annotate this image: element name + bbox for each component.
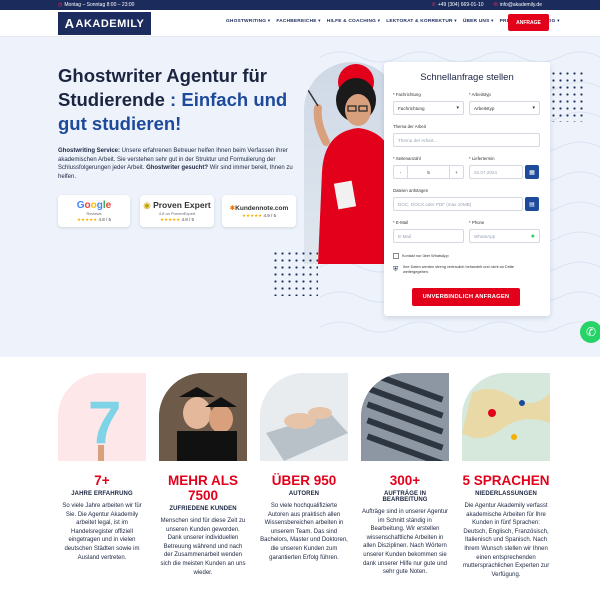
stat-card: 5 SPRACHEN NIEDERLASSUNGEN Die Agentur A… [462, 373, 550, 579]
stat-image-orders [361, 373, 449, 461]
stat-number: MEHR ALS 7500 [168, 473, 238, 503]
provenexpert-logo: ◉ Proven Expert [143, 199, 211, 210]
label-liefertermin: * Liefertermin [469, 156, 495, 161]
stat-number: 5 SPRACHEN [462, 473, 550, 488]
stars-icon: ★★★★★ [242, 212, 263, 218]
stat-image-years: 7 [58, 373, 146, 461]
fachrichtung-select[interactable]: Fachrichtung ▾ [393, 101, 464, 115]
logo-mark-icon: A [64, 16, 75, 31]
whatsapp-only-checkbox[interactable] [393, 253, 399, 259]
stat-image-languages [462, 373, 550, 461]
stat-text: Menschen sind für diese Zeit zu unseren … [160, 518, 246, 576]
kundennote-logo: ✱Kundennote.com [229, 204, 289, 212]
stat-text: So viele Jahre arbeiten wir für Sie. Die… [62, 503, 142, 561]
stats-section: 7 7+ JAHRE ERFAHRUNG So viele Jahre arbe… [0, 357, 600, 600]
plus-button[interactable]: + [449, 166, 463, 178]
label-seitenanzahl: * Seitenanzahl [393, 156, 421, 161]
chevron-down-icon: ▾ [532, 105, 535, 111]
stat-number: ÜBER 950 [271, 473, 337, 488]
phone-icon: ✆ [431, 2, 436, 8]
stat-card: ÜBER 950 AUTOREN So viele hochqualifizie… [260, 373, 348, 562]
stat-text: Die Agentur Akademily verfasst akademisc… [462, 503, 550, 578]
nav-ghostwriting[interactable]: GHOSTWRITING ▾ [226, 19, 270, 24]
dot-pattern [550, 70, 584, 122]
stars-icon: ★★★★★ [77, 216, 98, 222]
stat-image-customers [159, 373, 247, 461]
clock-icon: ◷ [58, 2, 63, 8]
label-dateien: Dateien anhängen [393, 188, 429, 193]
whatsapp-icon: ✆ [585, 325, 597, 339]
provenexpert-badge[interactable]: ◉ Proven Expert 4.8 on ProvenExpert ★★★★… [140, 195, 214, 227]
nav-hilfe-coaching[interactable]: HILFE & COACHING ▾ [327, 19, 380, 24]
anfrage-button[interactable]: ANFRAGE [508, 14, 549, 31]
nav-ueber-uns[interactable]: ÜBER UNS ▾ [463, 19, 494, 24]
seiten-stepper: - 5 + [393, 165, 464, 179]
nav-fachbereiche[interactable]: FACHBEREICHE ▾ [276, 19, 320, 24]
label-arbeitstyp: * Arbeitstyp [469, 92, 491, 97]
google-logo: Google [76, 199, 112, 211]
stat-number: 7+ [94, 473, 110, 488]
submit-request-button[interactable]: UNVERBINDLICH ANFRAGEN [412, 288, 520, 306]
stat-text: So viele hochqualifizierte Autoren aus p… [260, 503, 348, 561]
stat-image-authors [260, 373, 348, 461]
stars-icon: ★★★★★ [160, 216, 181, 222]
phone-input[interactable]: WhatsApp ● [469, 229, 540, 243]
stat-label: AUFTRÄGE IN BEARBEITUNG [382, 491, 428, 503]
stat-label: AUTOREN [288, 491, 320, 497]
file-icon[interactable]: ▤ [525, 197, 539, 211]
label-thema: Thema der Arbeit [393, 124, 426, 129]
seiten-value[interactable]: 5 [408, 170, 449, 175]
email-input[interactable]: E-Mail [393, 229, 464, 243]
privacy-note: Ihre Daten werden streng vertraulich beh… [403, 265, 515, 274]
stat-text: Aufträge sind in unserer Agentur im Schn… [361, 509, 449, 576]
file-upload-input[interactable]: DOC, DOCX oder PDF (max 10MB) [393, 197, 523, 211]
calendar-icon[interactable]: ▦ [525, 165, 539, 179]
stat-label: ZUFRIEDENE KUNDEN [169, 506, 237, 512]
label-fachrichtung: * Fachrichtung [393, 92, 421, 97]
stat-number: 300+ [389, 473, 421, 488]
stat-card: 300+ AUFTRÄGE IN BEARBEITUNG Aufträge si… [361, 373, 449, 577]
whatsapp-only-label: Kontakt nur über WhatsApp [402, 254, 449, 258]
liefertermin-input[interactable]: 02.07.2024 [469, 165, 523, 179]
form-title: Schnellanfrage stellen [420, 72, 514, 83]
whatsapp-floating-button[interactable]: ✆ [580, 321, 600, 343]
label-phone: * Phone [469, 220, 485, 225]
stat-card: MEHR ALS 7500 ZUFRIEDENE KUNDEN Menschen… [159, 373, 247, 577]
whatsapp-icon: ● [530, 232, 535, 240]
hero-title: Ghostwriter Agentur für Studierende : Ei… [58, 65, 288, 134]
shield-icon: ⛨ [393, 266, 399, 273]
dot-pattern [272, 250, 318, 296]
email-link[interactable]: ✉ info@akademily.de [494, 2, 542, 8]
nav-lektorat[interactable]: LEKTORAT & KORREKTUR ▾ [386, 19, 457, 24]
svg-text:7: 7 [88, 389, 121, 456]
thema-input[interactable]: Thema der Arbeit... [393, 133, 540, 147]
mail-icon: ✉ [493, 2, 498, 8]
stat-label: JAHRE ERFAHRUNG [71, 491, 133, 497]
top-info-bar: ◷ Montag – Sonntag 8:00 – 23:00 ✆ +49 (3… [0, 0, 600, 10]
minus-button[interactable]: - [394, 166, 408, 178]
hero-lead: Ghostwriting Service: Unsere erfahrenen … [58, 148, 293, 180]
logo[interactable]: A AKADEMILY [58, 12, 151, 35]
label-email: * E-Mail [393, 220, 409, 225]
arbeitstyp-select[interactable]: Arbeitstyp ▾ [469, 101, 540, 115]
stat-label: NIEDERLASSUNGEN [475, 491, 537, 497]
kundennote-badge[interactable]: ✱Kundennote.com ★★★★★ 4.9 / 5 [222, 195, 296, 227]
stat-card: 7 7+ JAHRE ERFAHRUNG So viele Jahre arbe… [58, 373, 146, 562]
google-reviews-badge[interactable]: Google Reviews ★★★★★ 4.8 / 5 [58, 195, 130, 227]
opening-hours: Montag – Sonntag 8:00 – 23:00 [64, 2, 135, 8]
phone-link[interactable]: ✆ +49 (304) 669-01-10 [432, 2, 484, 8]
site-header: A AKADEMILY GHOSTWRITING ▾ FACHBEREICHE … [0, 10, 600, 37]
chevron-down-icon: ▾ [456, 105, 459, 111]
